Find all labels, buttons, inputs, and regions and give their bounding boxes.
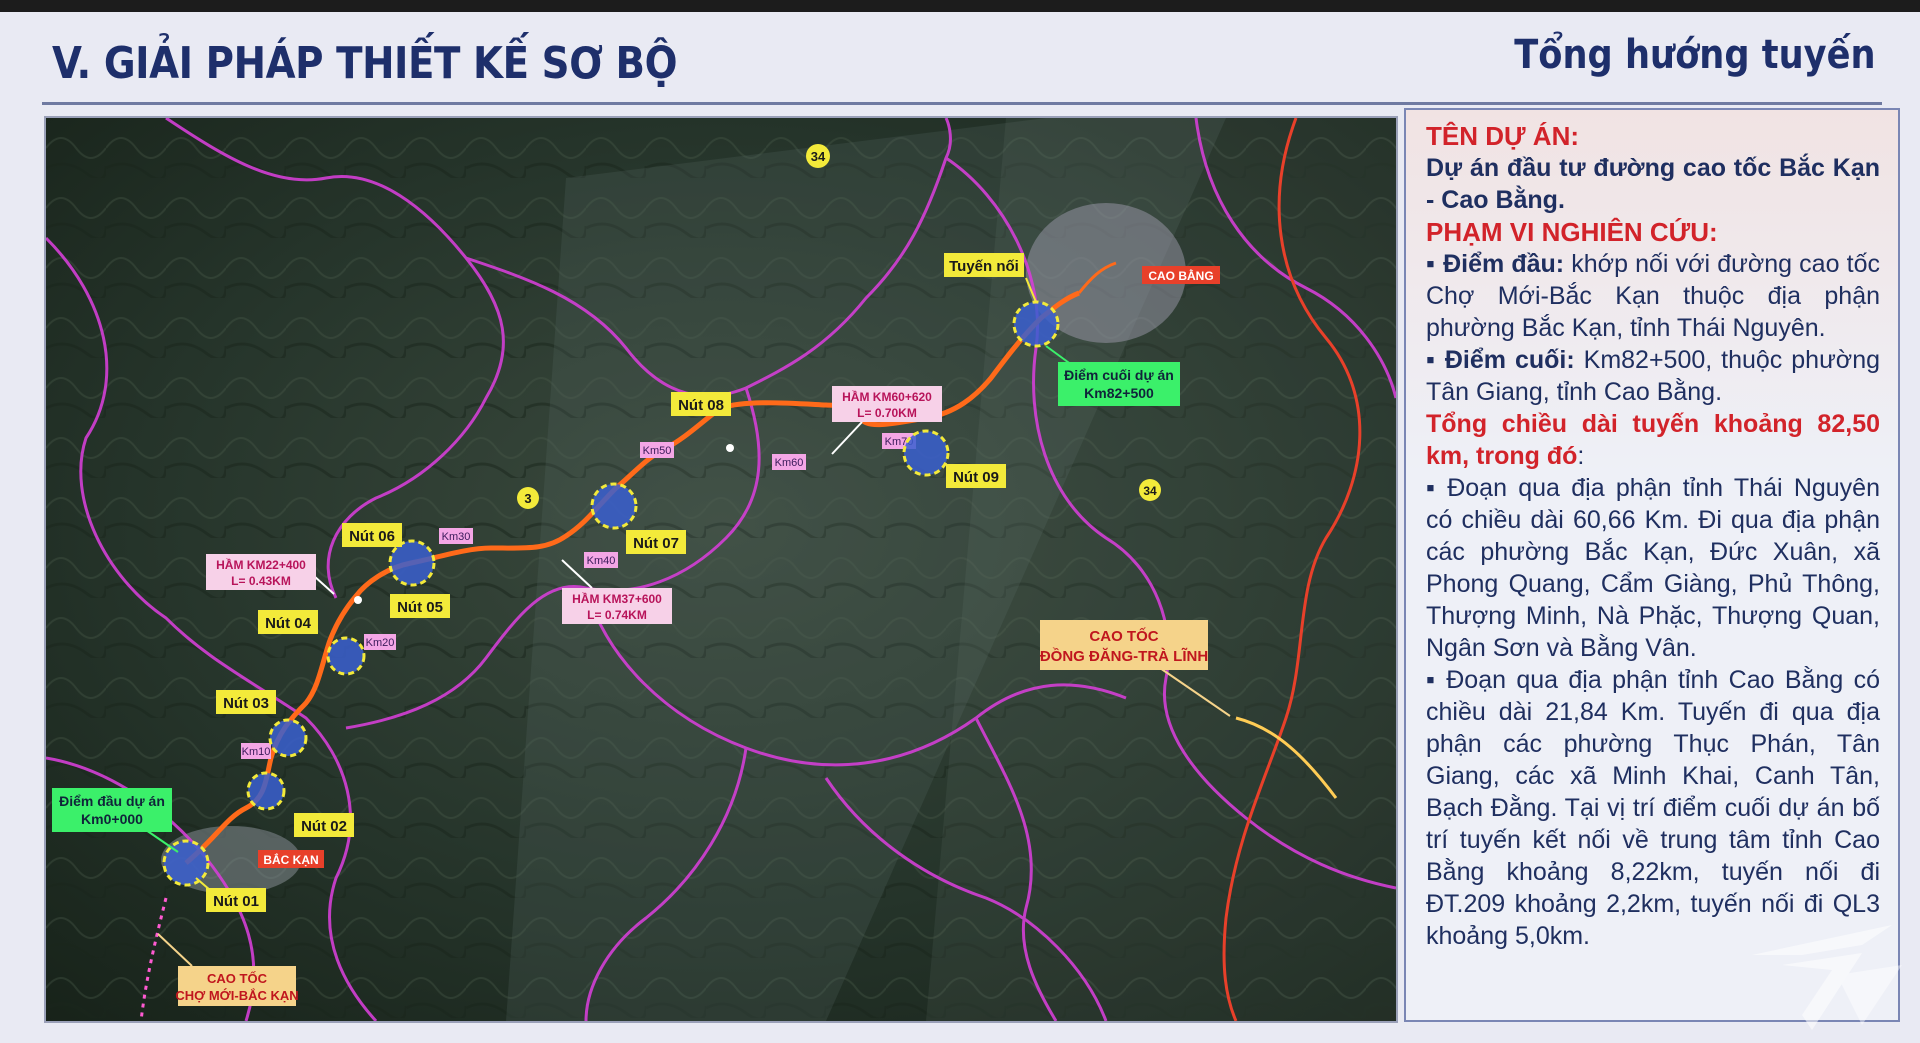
node-label: Nút 08 (678, 397, 724, 414)
km-marker: Km60 (772, 454, 806, 470)
project-name: Dự án đầu tư đường cao tốc Bắc Kạn - Cao… (1426, 154, 1880, 214)
road-number: 34 (811, 149, 826, 164)
node-label: Nút 05 (397, 599, 443, 616)
start-point-label: Điểm đầu: (1426, 250, 1564, 278)
bac-kan-label: BẮC KẠN (263, 852, 318, 867)
start-point-item: Điểm đầu: khớp nối với đường cao tốc Chợ… (1426, 248, 1880, 344)
total-length: Tổng chiều dài tuyến khoảng 82,50 km, tr… (1426, 408, 1880, 472)
channel-logo-watermark (1752, 925, 1902, 1030)
km-marker-label: Km20 (366, 637, 395, 649)
node-02[interactable] (246, 771, 286, 811)
node-07[interactable] (590, 482, 638, 530)
node-09[interactable] (902, 429, 950, 477)
road-number: 3 (524, 491, 531, 506)
km-marker-label: Km50 (643, 445, 672, 457)
tunnel-label-line-1: HẦM KM22+400 (216, 557, 306, 572)
node-label: Nút 03 (223, 695, 269, 712)
node-label: Nút 06 (349, 528, 395, 545)
map-svg: Km10 Km20 Km30 Km40 Km50 Km60 Km70 Nút 0… (46, 118, 1396, 1021)
km-marker: Km10 (241, 743, 271, 759)
node-label: Nút 09 (953, 469, 999, 486)
project-heading: TÊN DỰ ÁN: (1426, 121, 1580, 151)
end-label-line-2: Km82+500 (1084, 385, 1154, 401)
km-marker-label: Km30 (442, 531, 471, 543)
scope-heading: PHẠM VI NGHIÊN CỨU: (1426, 217, 1718, 247)
tunnel-label-line-2: L= 0.43KM (231, 574, 291, 588)
page-subtitle: Tổng hướng tuyến (1514, 32, 1876, 78)
node-05-point (354, 596, 362, 604)
node-label: Nút 01 (213, 893, 259, 910)
road-number: 34 (1143, 484, 1157, 498)
node-label: Nút 07 (633, 535, 679, 552)
node-08-point (726, 444, 734, 452)
node-label: Nút 04 (265, 615, 312, 632)
start-label-line-1: Điểm đầu dự án (59, 793, 165, 809)
tunnel-label-line-1: HẦM KM37+600 (572, 591, 662, 606)
route-map[interactable]: Km10 Km20 Km30 Km40 Km50 Km60 Km70 Nút 0… (44, 116, 1398, 1023)
top-bar (0, 0, 1920, 12)
expressway-label-line-2: ĐỒNG ĐĂNG-TRÀ LĨNH (1040, 647, 1208, 665)
total-length-suffix: : (1577, 442, 1585, 470)
km-marker-label: Km60 (775, 457, 804, 469)
title-divider (42, 102, 1882, 105)
km-marker: Km20 (364, 634, 396, 650)
node-end[interactable] (1012, 300, 1060, 348)
start-label-line-2: Km0+000 (81, 811, 143, 827)
expressway-label-line-1: CAO TỐC (1089, 627, 1158, 645)
km-marker: Km30 (439, 528, 473, 544)
km-marker-label: Km40 (587, 555, 616, 567)
node-06[interactable] (388, 539, 436, 587)
segment-cao-bang: Đoạn qua địa phận tỉnh Cao Bằng có chiều… (1426, 664, 1880, 952)
end-label-line-1: Điểm cuối dự án (1064, 367, 1174, 383)
tunnel-label-line-2: L= 0.70KM (857, 406, 917, 420)
expressway-label-line-1: CAO TỐC (207, 971, 268, 986)
cao-bang-label: CAO BẰNG (1148, 268, 1213, 283)
node-04[interactable] (326, 636, 366, 676)
km-marker-label: Km10 (242, 746, 271, 758)
page-title: V. GIẢI PHÁP THIẾT KẾ SƠ BỘ (52, 38, 678, 89)
connector-label-text: Tuyến nối (949, 258, 1019, 275)
end-point-label: Điểm cuối: (1426, 346, 1575, 374)
total-length-text: Tổng chiều dài tuyến khoảng 82,50 km, tr… (1426, 410, 1880, 470)
expressway-label-line-2: CHỢ MỚI-BẮC KẠN (175, 988, 298, 1003)
tunnel-label-line-2: L= 0.74KM (587, 608, 647, 622)
end-point-item: Điểm cuối: Km82+500, thuộc phường Tân Gi… (1426, 344, 1880, 408)
km-marker: Km40 (584, 552, 618, 568)
tunnel-label-line-1: HẦM KM60+620 (842, 389, 932, 404)
km-marker: Km50 (640, 442, 674, 458)
node-label: Nút 02 (301, 818, 347, 835)
node-03[interactable] (268, 718, 308, 758)
project-info-panel: TÊN DỰ ÁN: Dự án đầu tư đường cao tốc Bắ… (1404, 108, 1900, 1022)
segment-thai-nguyen: Đoạn qua địa phận tỉnh Thái Nguyên có ch… (1426, 472, 1880, 664)
slide: V. GIẢI PHÁP THIẾT KẾ SƠ BỘ Tổng hướng t… (0, 0, 1920, 1043)
